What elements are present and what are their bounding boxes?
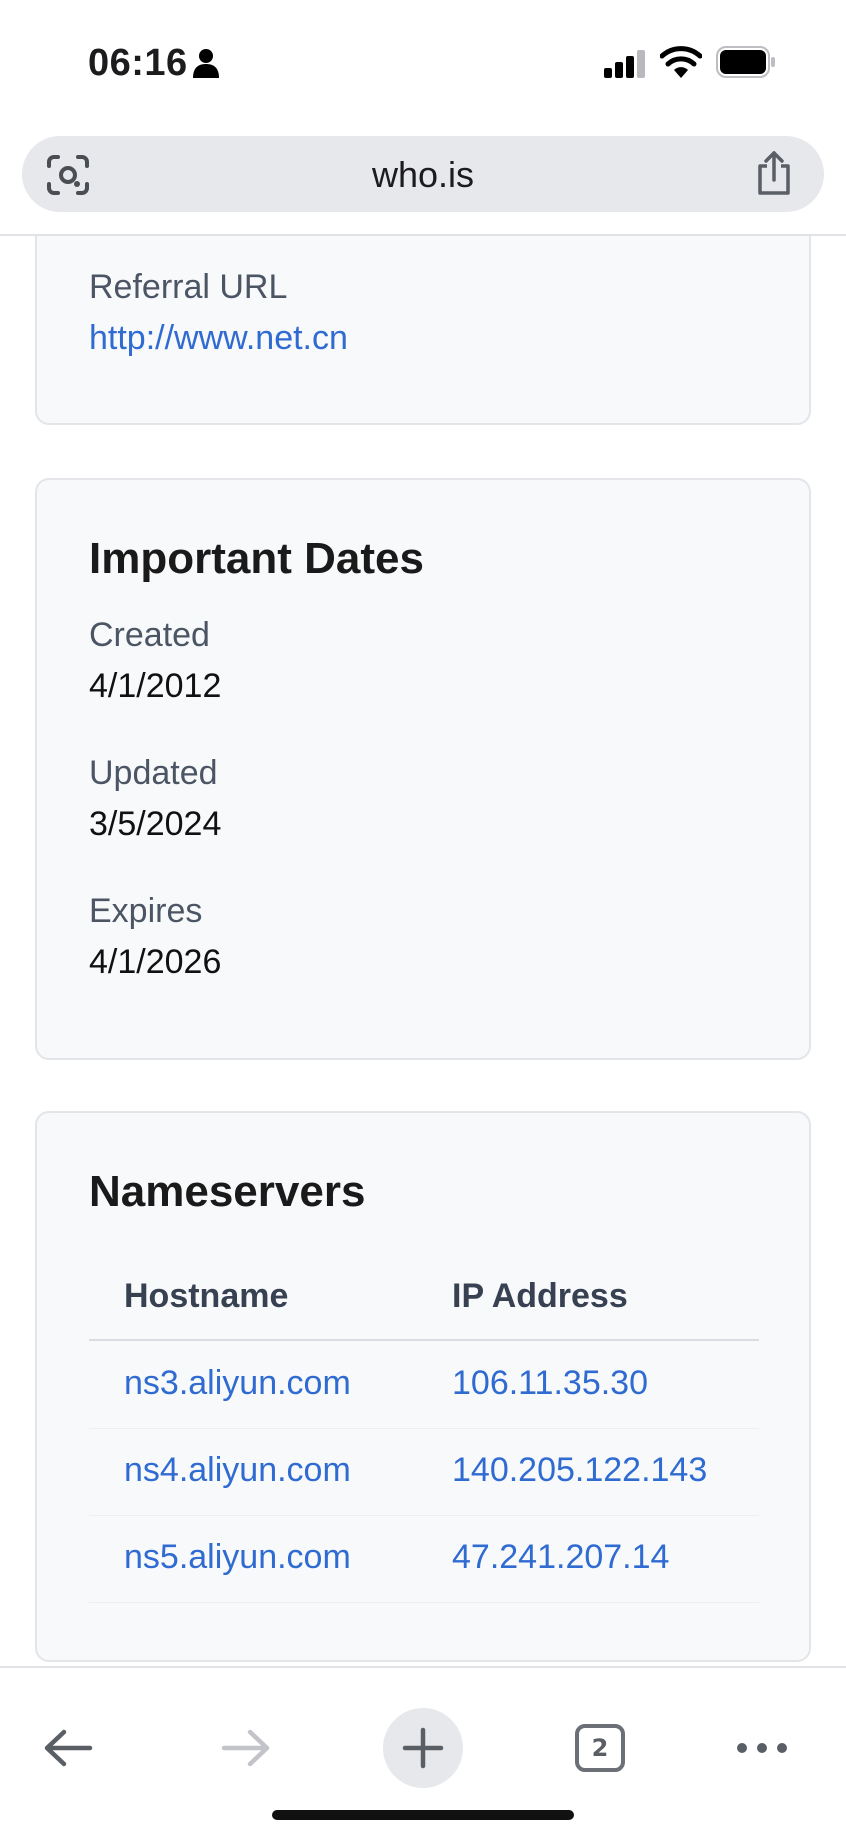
page-content[interactable]: Referral URL http://www.net.cn Important… [0, 236, 846, 1666]
referral-url-label: Referral URL [89, 268, 288, 306]
status-time: 06:16 [88, 42, 188, 84]
expires-label: Expires [89, 892, 203, 930]
back-arrow-icon [44, 1729, 93, 1767]
nameservers-card: Nameservers Hostname IP Address ns3.aliy… [35, 1111, 811, 1662]
battery-icon [716, 46, 775, 78]
browser-toolbar: 2 [0, 1666, 846, 1836]
forward-arrow-icon [221, 1729, 270, 1767]
more-button[interactable] [722, 1708, 802, 1788]
table-row: ns4.aliyun.com 140.205.122.143 [89, 1429, 759, 1516]
updated-label: Updated [89, 754, 218, 792]
table-row: ns3.aliyun.com 106.11.35.30 [89, 1342, 759, 1429]
person-icon [193, 49, 219, 78]
ip-address-link[interactable]: 47.241.207.14 [452, 1538, 669, 1577]
hostname-link[interactable]: ns3.aliyun.com [124, 1364, 351, 1403]
registrar-card: Referral URL http://www.net.cn [35, 236, 811, 425]
important-dates-card: Important Dates Created 4/1/2012 Updated… [35, 478, 811, 1060]
hostname-column-header: Hostname [124, 1277, 289, 1315]
more-dots-icon [737, 1743, 787, 1753]
ip-address-link[interactable]: 140.205.122.143 [452, 1451, 707, 1490]
created-label: Created [89, 616, 210, 654]
tab-switcher-button[interactable]: 2 [560, 1708, 640, 1788]
home-indicator[interactable] [272, 1810, 574, 1820]
address-bar[interactable]: who.is [22, 136, 824, 212]
updated-value: 3/5/2024 [89, 805, 222, 843]
expires-value: 4/1/2026 [89, 943, 222, 981]
ip-address-link[interactable]: 106.11.35.30 [452, 1364, 648, 1403]
signal-icon [604, 50, 645, 78]
status-bar: 06:16 [0, 0, 846, 120]
wifi-icon [660, 46, 702, 78]
url-text[interactable]: who.is [22, 154, 824, 196]
important-dates-title: Important Dates [89, 534, 424, 583]
created-value: 4/1/2012 [89, 667, 222, 705]
referral-url-link[interactable]: http://www.net.cn [89, 319, 348, 358]
tab-count: 2 [575, 1724, 625, 1772]
back-button[interactable] [28, 1708, 108, 1788]
table-row: ns5.aliyun.com 47.241.207.14 [89, 1516, 759, 1603]
hostname-link[interactable]: ns5.aliyun.com [124, 1538, 351, 1577]
forward-button[interactable] [206, 1708, 286, 1788]
new-tab-button[interactable] [383, 1708, 463, 1788]
ip-address-column-header: IP Address [452, 1277, 628, 1315]
nameservers-title: Nameservers [89, 1167, 366, 1216]
nameservers-table-header: Hostname IP Address [89, 1273, 759, 1341]
hostname-link[interactable]: ns4.aliyun.com [124, 1451, 351, 1490]
share-icon[interactable] [754, 150, 794, 196]
plus-icon [402, 1727, 444, 1769]
